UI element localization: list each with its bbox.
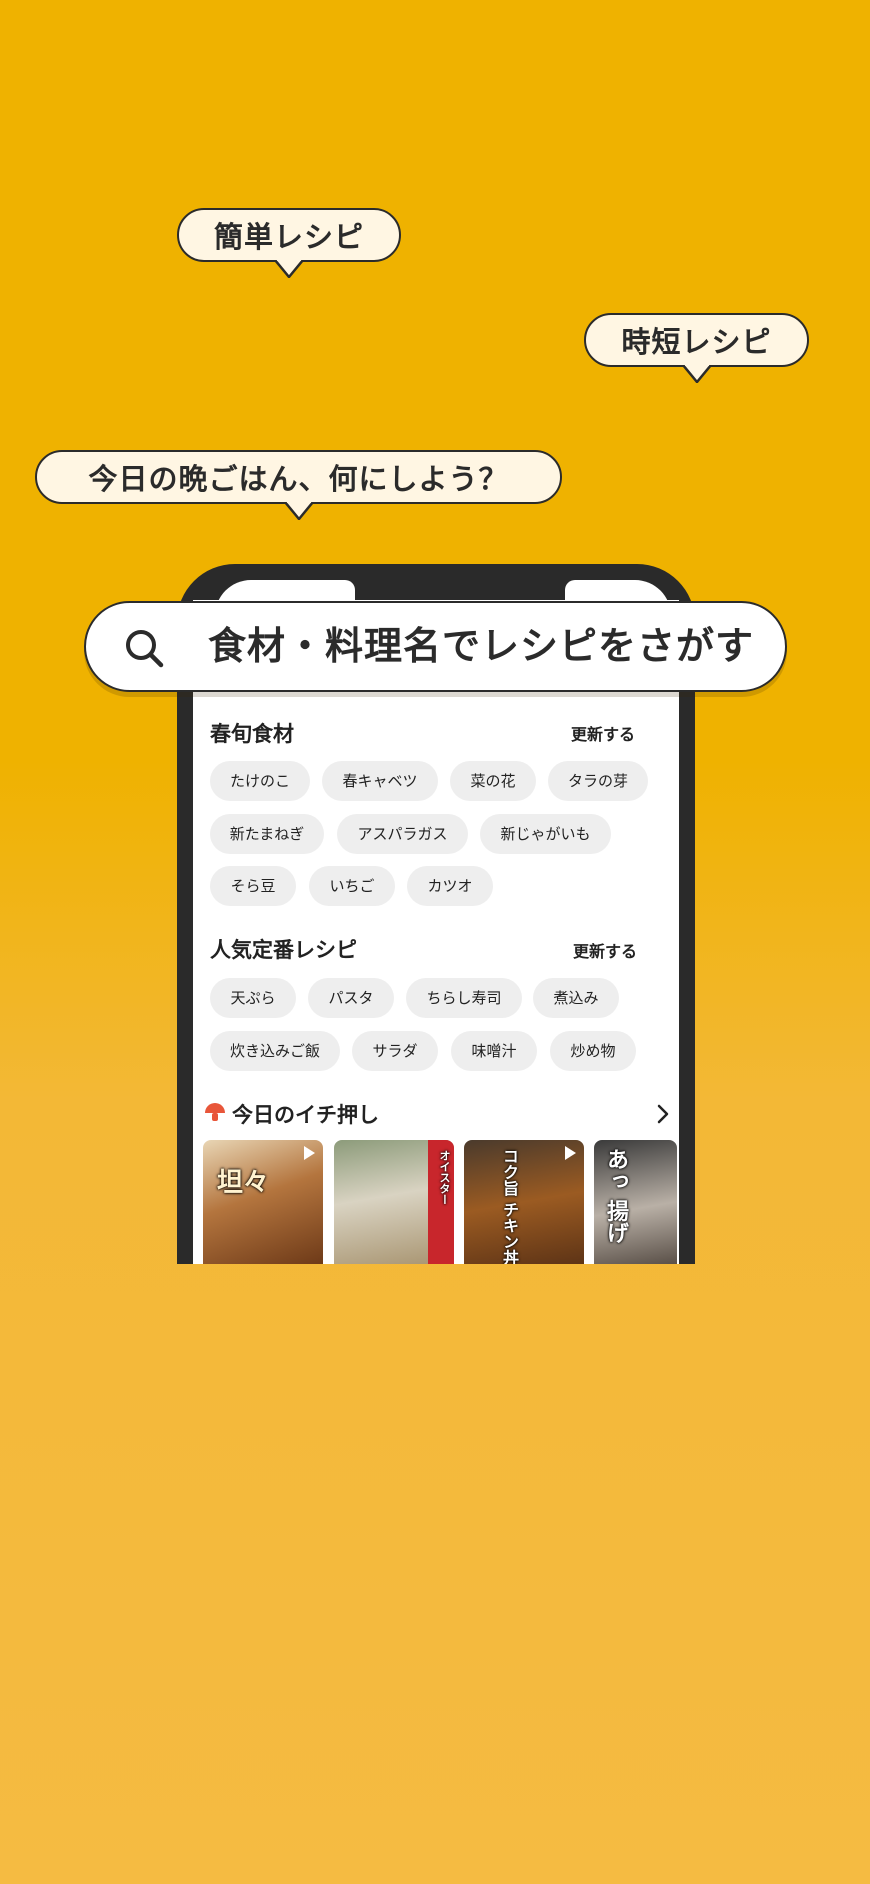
recipe-thumbnail[interactable]: オイスター: [334, 1140, 454, 1264]
chip-seasonal[interactable]: タラの芽: [548, 761, 648, 801]
thumbnail-caption: 坦々: [217, 1168, 270, 1198]
popular-update-button[interactable]: 更新する: [573, 938, 637, 962]
recipe-thumbnail[interactable]: あっ 揚げ: [594, 1140, 677, 1264]
recipe-thumbnail[interactable]: コク旨 チキン丼: [464, 1140, 584, 1264]
chip-popular[interactable]: パスタ: [308, 978, 394, 1018]
speech-bubble-easy-recipes: 簡単レシピ: [177, 208, 401, 278]
chip-seasonal[interactable]: 新たまねぎ: [210, 814, 324, 854]
section-title-seasonal: 春旬食材: [210, 722, 294, 746]
speech-bubble-text: 簡単レシピ: [213, 220, 364, 254]
chip-seasonal[interactable]: たけのこ: [210, 761, 310, 801]
search-icon: [126, 630, 164, 668]
chip-seasonal[interactable]: 菜の花: [450, 761, 536, 801]
section-title-popular: 人気定番レシピ: [210, 938, 357, 962]
todays-pick-title: 今日のイチ押し: [232, 1103, 379, 1127]
search-placeholder: 食材・料理名でレシピをさがす: [208, 624, 755, 668]
speech-bubble-text: 今日の晩ごはん、何にしよう？: [88, 462, 509, 496]
chip-popular[interactable]: 煮込み: [533, 978, 619, 1018]
thumbnail-caption: コク旨 チキン丼: [500, 1148, 519, 1264]
bubble-tail: [284, 502, 313, 520]
speech-bubble-quick-recipes: 時短レシピ: [584, 313, 809, 383]
chip-popular[interactable]: ちらし寿司: [406, 978, 522, 1018]
recipe-thumbnail[interactable]: 坦々: [203, 1140, 323, 1264]
chip-seasonal[interactable]: カツオ: [407, 866, 493, 906]
recipe-search-bar[interactable]: 食材・料理名でレシピをさがす: [84, 601, 787, 692]
chip-popular[interactable]: 天ぷら: [210, 978, 296, 1018]
chip-seasonal[interactable]: そら豆: [210, 866, 296, 906]
bubble-tail: [275, 260, 303, 278]
seasonal-update-button[interactable]: 更新する: [571, 721, 635, 745]
mushroom-icon: [205, 1103, 225, 1121]
chip-seasonal[interactable]: いちご: [309, 866, 395, 906]
chip-popular[interactable]: 炊き込みご飯: [210, 1031, 340, 1071]
chip-popular[interactable]: 味噌汁: [451, 1031, 537, 1071]
chip-popular[interactable]: 炒め物: [550, 1031, 636, 1071]
speech-bubble-dinner-question: 今日の晩ごはん、何にしよう？: [35, 450, 562, 520]
play-icon: [304, 1146, 315, 1160]
chip-popular[interactable]: サラダ: [352, 1031, 438, 1071]
chip-seasonal[interactable]: アスパラガス: [337, 814, 468, 854]
thumbnail-caption: あっ 揚げ: [603, 1148, 628, 1244]
chip-seasonal[interactable]: 新じゃがいも: [480, 814, 611, 854]
speech-bubble-text: 時短レシピ: [621, 325, 772, 359]
play-icon: [565, 1146, 576, 1160]
chip-seasonal[interactable]: 春キャベツ: [322, 761, 438, 801]
chevron-right-icon[interactable]: [655, 1103, 671, 1125]
thumbnail-caption: オイスター: [438, 1150, 451, 1205]
bubble-tail: [682, 365, 711, 383]
